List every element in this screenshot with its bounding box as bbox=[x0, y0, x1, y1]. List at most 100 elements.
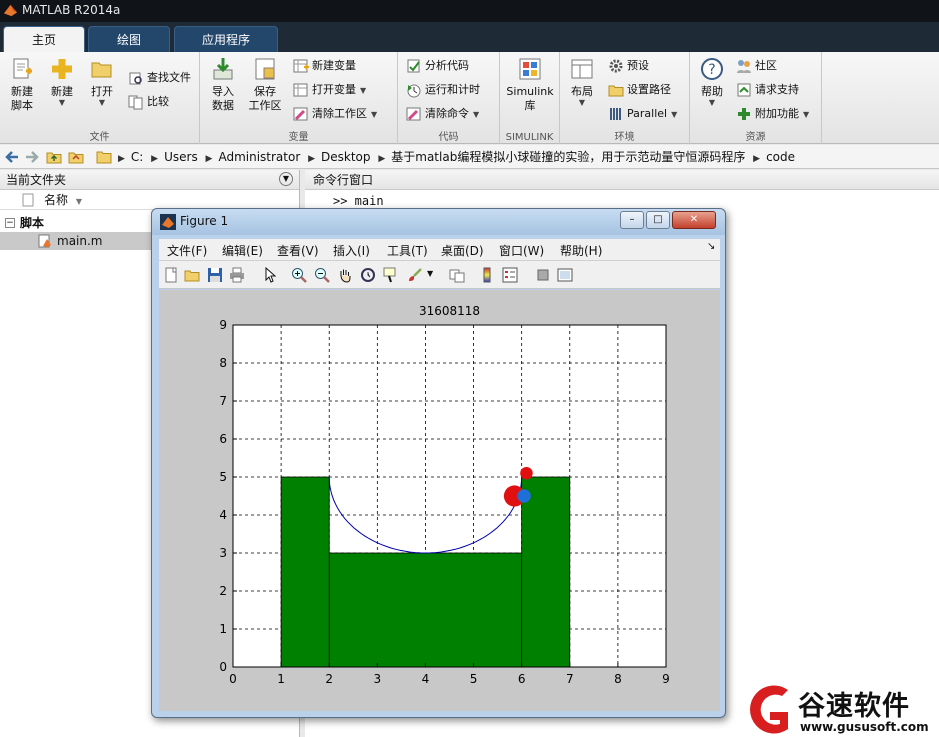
save-icon[interactable] bbox=[207, 267, 223, 283]
zoom-in-icon[interactable] bbox=[291, 267, 307, 283]
data-cursor-icon[interactable] bbox=[383, 267, 399, 283]
x-tick-label: 3 bbox=[374, 672, 382, 686]
menu-help[interactable]: 帮助(H) bbox=[560, 242, 602, 259]
panel-menu-icon[interactable]: ▼ bbox=[279, 172, 293, 186]
figure-window[interactable]: Figure 1 – □ ✕ 文件(F) 编辑(E) 查看(V) 插入(I) 工… bbox=[151, 208, 726, 718]
compare-button[interactable]: 比较 bbox=[128, 92, 169, 112]
command-line[interactable]: >> main bbox=[333, 194, 384, 208]
pan-hand-icon[interactable] bbox=[337, 267, 353, 283]
menu-desktop[interactable]: 桌面(D) bbox=[441, 242, 484, 259]
simulink-library-button[interactable]: Simulink 库 bbox=[505, 56, 555, 113]
help-icon: ? bbox=[701, 58, 723, 80]
open-button[interactable]: 打开 ▼ bbox=[82, 56, 122, 107]
menu-window[interactable]: 窗口(W) bbox=[499, 242, 544, 259]
breadcrumb-item[interactable]: C: bbox=[131, 150, 143, 164]
new-script-button[interactable]: 新建 脚本 bbox=[2, 56, 42, 113]
y-tick-label: 0 bbox=[219, 660, 227, 674]
breadcrumb-item[interactable]: Desktop bbox=[321, 150, 371, 164]
breadcrumb-item[interactable]: 基于matlab编程模拟小球碰撞的实验，用于示范动量守恒源码程序 bbox=[391, 150, 745, 164]
menu-view[interactable]: 查看(V) bbox=[277, 242, 319, 259]
clear-workspace-button[interactable]: 清除工作区 ▼ bbox=[293, 104, 377, 124]
save-workspace-button[interactable]: 保存 工作区 bbox=[245, 56, 285, 113]
figure-canvas[interactable]: 0 1 2 3 4 5 6 7 8 9 0 1 2 3 4 5 6 7 8 9 31608118 bbox=[159, 290, 720, 711]
gear-icon bbox=[609, 59, 623, 73]
breadcrumb-separator-icon: ▶ bbox=[118, 154, 125, 164]
collapse-icon[interactable]: − bbox=[5, 218, 15, 228]
new-variable-icon bbox=[293, 59, 309, 73]
breadcrumb-item[interactable]: code bbox=[766, 150, 795, 164]
preferences-button[interactable]: 预设 bbox=[608, 56, 649, 76]
colorbar-icon[interactable] bbox=[479, 267, 495, 283]
open-variable-icon bbox=[293, 83, 308, 97]
rotate-3d-icon[interactable] bbox=[360, 267, 376, 283]
close-button[interactable]: ✕ bbox=[672, 211, 716, 229]
import-data-button[interactable]: 导入 数据 bbox=[203, 56, 243, 113]
zoom-out-icon[interactable] bbox=[314, 267, 330, 283]
maximize-button[interactable]: □ bbox=[646, 211, 670, 229]
chevron-down-icon: ▼ bbox=[473, 110, 480, 119]
browse-folder-icon[interactable] bbox=[68, 149, 84, 165]
chevron-down-icon: ▼ bbox=[578, 98, 586, 107]
breadcrumb-item[interactable]: Administrator bbox=[218, 150, 300, 164]
up-folder-icon[interactable] bbox=[46, 149, 62, 165]
find-files-button[interactable]: 查找文件 bbox=[128, 68, 191, 88]
set-path-button[interactable]: 设置路径 bbox=[608, 80, 671, 100]
matlab-logo-icon bbox=[160, 214, 176, 230]
tab-plots[interactable]: 绘图 bbox=[88, 26, 170, 52]
menu-tools[interactable]: 工具(T) bbox=[387, 242, 428, 259]
tab-apps[interactable]: 应用程序 bbox=[174, 26, 278, 52]
hide-plot-tools-icon[interactable] bbox=[535, 267, 551, 283]
menu-insert[interactable]: 插入(I) bbox=[333, 242, 370, 259]
x-tick-label: 9 bbox=[662, 672, 670, 686]
breadcrumb-item[interactable]: Users bbox=[164, 150, 198, 164]
community-icon bbox=[737, 60, 751, 73]
add-ons-button[interactable]: 附加功能 ▼ bbox=[736, 104, 809, 124]
x-tick-label: 5 bbox=[470, 672, 478, 686]
breadcrumb-separator-icon: ▶ bbox=[205, 154, 213, 164]
community-button[interactable]: 社区 bbox=[736, 56, 777, 76]
analyze-code-button[interactable]: 分析代码 bbox=[406, 56, 469, 76]
plot-area[interactable]: 0 1 2 3 4 5 6 7 8 9 0 1 2 3 4 5 6 7 8 9 31608118 bbox=[159, 290, 720, 711]
brush-icon[interactable] bbox=[407, 267, 423, 283]
menu-file[interactable]: 文件(F) bbox=[167, 242, 207, 259]
layout-button[interactable]: 布局 ▼ bbox=[562, 56, 602, 107]
request-support-button[interactable]: 请求支持 bbox=[736, 80, 799, 100]
pointer-icon[interactable] bbox=[262, 267, 278, 283]
app-title-bar: MATLAB R2014a bbox=[0, 0, 939, 22]
breadcrumb-separator-icon: ▶ bbox=[308, 154, 316, 164]
show-plot-tools-icon[interactable] bbox=[557, 267, 573, 283]
x-tick-label: 2 bbox=[325, 672, 333, 686]
open-variable-button[interactable]: 打开变量 ▼ bbox=[293, 80, 366, 100]
open-file-icon[interactable] bbox=[184, 267, 200, 283]
brush-dropdown-icon[interactable]: ▼ bbox=[427, 269, 433, 278]
new-variable-button[interactable]: 新建变量 bbox=[293, 56, 356, 76]
tab-home[interactable]: 主页 bbox=[3, 26, 85, 52]
minimize-button[interactable]: – bbox=[620, 211, 644, 229]
command-window-header: 命令行窗口 bbox=[305, 170, 939, 190]
legend-icon[interactable] bbox=[502, 267, 518, 283]
figure-menu-bar: 文件(F) 编辑(E) 查看(V) 插入(I) 工具(T) 桌面(D) 窗口(W… bbox=[159, 239, 720, 261]
x-tick-label: 7 bbox=[566, 672, 574, 686]
x-tick-label: 0 bbox=[229, 672, 237, 686]
parallel-button[interactable]: Parallel ▼ bbox=[608, 104, 677, 124]
new-figure-icon[interactable] bbox=[163, 267, 179, 283]
breadcrumb-separator-icon: ▶ bbox=[753, 154, 761, 164]
chevron-down-icon: ▼ bbox=[803, 110, 810, 119]
dock-arrow-icon[interactable]: ↘ bbox=[707, 241, 715, 252]
link-plot-icon[interactable] bbox=[449, 267, 465, 283]
back-arrow-icon[interactable] bbox=[4, 149, 20, 165]
new-button[interactable]: 新建 ▼ bbox=[42, 56, 82, 107]
y-tick-label: 8 bbox=[219, 356, 227, 370]
print-icon[interactable] bbox=[229, 267, 245, 283]
name-column-header[interactable]: 名称 ▼ bbox=[0, 190, 299, 210]
forward-arrow-icon[interactable] bbox=[24, 149, 40, 165]
help-button[interactable]: ? 帮助 ▼ bbox=[692, 56, 732, 107]
x-tick-label: 6 bbox=[518, 672, 526, 686]
y-tick-label: 4 bbox=[219, 508, 227, 522]
clear-commands-button[interactable]: 清除命令 ▼ bbox=[406, 104, 479, 124]
figure-title-bar[interactable]: Figure 1 – □ ✕ bbox=[152, 209, 725, 235]
menu-edit[interactable]: 编辑(E) bbox=[222, 242, 263, 259]
add-ons-icon bbox=[738, 108, 750, 120]
run-and-time-button[interactable]: 运行和计时 bbox=[406, 80, 480, 100]
figure-title: Figure 1 bbox=[180, 214, 229, 228]
